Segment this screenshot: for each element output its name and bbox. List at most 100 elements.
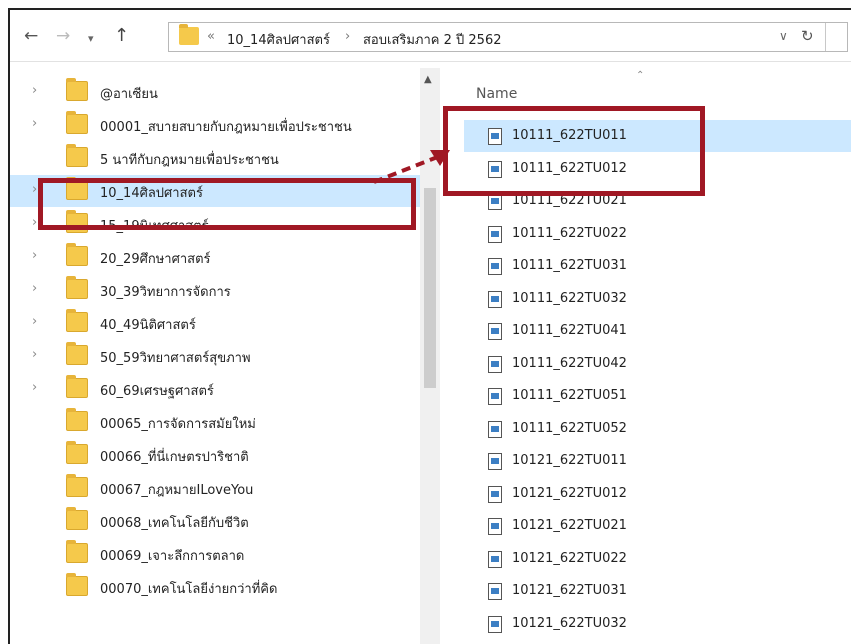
- video-file-icon: [488, 485, 502, 503]
- folder-icon: [66, 474, 88, 497]
- file-row[interactable]: 10111_622TU031: [464, 250, 851, 282]
- file-row[interactable]: 10111_622TU052: [464, 413, 851, 445]
- sidebar-folder-item[interactable]: 00070_เทคโนโลยีง่ายกว่าที่คิด: [10, 571, 420, 603]
- file-name: 10111_622TU051: [512, 388, 627, 403]
- sidebar-folder-item[interactable]: 00067_กฎหมายILoveYou: [10, 472, 420, 504]
- breadcrumb-chevron-icon[interactable]: ›: [345, 29, 350, 44]
- folder-label: 00068_เทคโนโลยีกับชีวิต: [100, 516, 249, 531]
- video-file-icon: [488, 583, 502, 600]
- file-row[interactable]: 10111_622TU051: [464, 380, 851, 412]
- video-file-icon: [488, 453, 502, 470]
- breadcrumb-overflow[interactable]: «: [207, 29, 215, 44]
- sidebar-folder-item[interactable]: 00068_เทคโนโลยีกับชีวิต: [10, 505, 420, 537]
- folder-label: 40_49นิติศาสตร์: [100, 318, 196, 333]
- folder-label: 50_59วิทยาศาสตร์สุขภาพ: [100, 351, 251, 366]
- file-name: 10111_622TU031: [512, 258, 627, 273]
- up-arrow-icon[interactable]: ↑: [114, 26, 129, 46]
- video-file-icon: [488, 323, 502, 340]
- navigation-bar: ← → ▾ ↑ « 10_14ศิลปศาสตร์ › สอบเสริมภาค …: [10, 10, 851, 62]
- video-file-icon: [488, 290, 502, 308]
- file-row[interactable]: 10121_622TU032: [464, 608, 851, 640]
- file-row[interactable]: 10121_622TU031: [464, 575, 851, 607]
- sidebar-folder-item[interactable]: › 60_69เศรษฐศาสตร์: [10, 373, 420, 405]
- divider: [825, 23, 826, 51]
- folder-icon: [66, 540, 88, 563]
- sidebar-folder-item[interactable]: 00066_ที่นี่เกษตรปาริชาติ: [10, 439, 420, 471]
- expand-chevron-icon[interactable]: ›: [32, 380, 37, 395]
- file-name: 10111_622TU041: [512, 323, 627, 338]
- address-bar[interactable]: « 10_14ศิลปศาสตร์ › สอบเสริมภาค 2 ปี 256…: [168, 22, 848, 52]
- scrollbar-thumb[interactable]: [424, 188, 436, 388]
- video-file-icon: [488, 225, 502, 243]
- expand-chevron-icon[interactable]: ›: [32, 347, 37, 362]
- scroll-up-icon[interactable]: ▲: [424, 74, 432, 85]
- sidebar-folder-item[interactable]: 5 นาทีกับกฎหมายเพื่อประชาชน: [10, 142, 420, 174]
- video-file-icon: [488, 420, 502, 438]
- folder-icon: [66, 573, 88, 596]
- file-row[interactable]: 10121_622TU012: [464, 478, 851, 510]
- folder-icon: [66, 441, 88, 464]
- forward-arrow-icon[interactable]: →: [56, 26, 70, 46]
- sidebar-folder-item[interactable]: › 40_49นิติศาสตร์: [10, 307, 420, 339]
- folder-icon: [66, 144, 88, 167]
- file-name: 10111_622TU042: [512, 355, 627, 371]
- sidebar-folder-item[interactable]: › 30_39วิทยาการจัดการ: [10, 274, 420, 306]
- folder-icon: [66, 375, 88, 398]
- folder-icon: [66, 243, 88, 266]
- folder-label: 20_29ศึกษาศาสตร์: [100, 252, 211, 267]
- file-row[interactable]: 10111_622TU042: [464, 348, 851, 380]
- file-name: 10121_622TU012: [512, 485, 627, 501]
- video-file-icon: [488, 518, 502, 535]
- sidebar-folder-item[interactable]: › 00001_สบายสบายกับกฎหมายเพื่อประชาชน: [10, 109, 420, 141]
- folder-icon: [66, 78, 88, 101]
- dashed-arrow-icon: [373, 150, 450, 184]
- folder-label: 00070_เทคโนโลยีง่ายกว่าที่คิด: [100, 582, 278, 597]
- folder-icon: [179, 24, 199, 45]
- file-row[interactable]: 10121_622TU021: [464, 510, 851, 542]
- folder-label: 00001_สบายสบายกับกฎหมายเพื่อประชาชน: [100, 120, 352, 135]
- folder-label: 00066_ที่นี่เกษตรปาริชาติ: [100, 450, 249, 465]
- highlight-box-files: [443, 106, 705, 196]
- folder-label: 00069_เจาะลึกการตลาด: [100, 549, 245, 564]
- folder-icon: [66, 507, 88, 530]
- sidebar-folder-item[interactable]: 00065_การจัดการสมัยใหม่: [10, 406, 420, 438]
- file-row[interactable]: 10121_622TU041: [464, 640, 851, 644]
- folder-label: 60_69เศรษฐศาสตร์: [100, 384, 214, 399]
- expand-chevron-icon[interactable]: ›: [32, 215, 37, 230]
- sidebar-folder-item[interactable]: 00069_เจาะลึกการตลาด: [10, 538, 420, 570]
- file-name: 10121_622TU031: [512, 583, 627, 598]
- expand-chevron-icon[interactable]: ›: [32, 248, 37, 263]
- expand-chevron-icon[interactable]: ›: [32, 83, 37, 98]
- folder-icon: [66, 342, 88, 365]
- recent-locations-icon[interactable]: ▾: [88, 29, 94, 49]
- expand-chevron-icon[interactable]: ›: [32, 182, 37, 197]
- refresh-icon[interactable]: ↻: [801, 27, 814, 45]
- sidebar-folder-item[interactable]: › 50_59วิทยาศาสตร์สุขภาพ: [10, 340, 420, 372]
- folder-label: 5 นาทีกับกฎหมายเพื่อประชาชน: [100, 153, 279, 168]
- video-file-icon: [488, 550, 502, 568]
- expand-chevron-icon[interactable]: ›: [32, 281, 37, 296]
- back-arrow-icon[interactable]: ←: [24, 26, 38, 46]
- file-row[interactable]: 10121_622TU011: [464, 445, 851, 477]
- file-row[interactable]: 10111_622TU032: [464, 283, 851, 315]
- expand-chevron-icon[interactable]: ›: [32, 314, 37, 329]
- file-explorer-window: ← → ▾ ↑ « 10_14ศิลปศาสตร์ › สอบเสริมภาค …: [8, 8, 851, 644]
- file-name: 10121_622TU032: [512, 615, 627, 631]
- address-dropdown-icon[interactable]: ∨: [779, 29, 788, 43]
- file-name: 10111_622TU032: [512, 290, 627, 306]
- expand-chevron-icon[interactable]: ›: [32, 116, 37, 131]
- video-file-icon: [488, 615, 502, 633]
- sort-ascending-icon: ⌃: [636, 70, 645, 81]
- file-row[interactable]: 10111_622TU041: [464, 315, 851, 347]
- breadcrumb-item[interactable]: สอบเสริมภาค 2 ปี 2562: [363, 29, 502, 50]
- folder-label: @อาเซียน: [100, 87, 158, 102]
- file-row[interactable]: 10111_622TU022: [464, 218, 851, 250]
- folder-label: 00067_กฎหมายILoveYou: [100, 483, 254, 498]
- folder-label: 30_39วิทยาการจัดการ: [100, 285, 231, 300]
- highlight-box-folder: [38, 178, 416, 230]
- breadcrumb-item[interactable]: 10_14ศิลปศาสตร์: [227, 29, 330, 50]
- file-row[interactable]: 10121_622TU022: [464, 543, 851, 575]
- sidebar-folder-item[interactable]: › @อาเซียน: [10, 76, 420, 108]
- column-header-name[interactable]: Name: [476, 86, 517, 102]
- sidebar-folder-item[interactable]: › 20_29ศึกษาศาสตร์: [10, 241, 420, 273]
